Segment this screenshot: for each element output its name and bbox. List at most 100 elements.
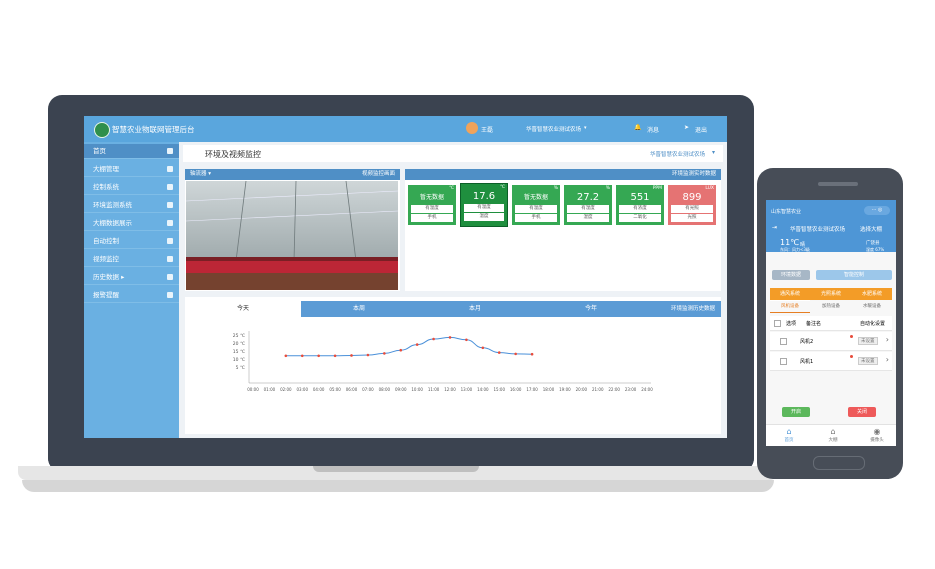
chevron-down-icon[interactable]: ▾: [584, 125, 587, 131]
phone-app-title: 山东智慧农业: [771, 209, 802, 215]
phone-speaker: [818, 182, 858, 186]
sidebar-item-label: 大棚数据展示: [93, 219, 132, 227]
logout-button[interactable]: 退出: [695, 125, 707, 134]
data-point[interactable]: [530, 352, 534, 356]
history-tab-3[interactable]: 今年: [533, 301, 649, 317]
farm-selector[interactable]: 华晋智慧农业测试农场: [526, 125, 581, 133]
sidebar-item-label: 历史数据 ▸: [93, 273, 125, 281]
sensor-tile[interactable]: % 暂无数据 有温度 手机: [512, 185, 560, 225]
device-row: 风机2 未设置 ›: [770, 332, 892, 351]
close-button[interactable]: 关闭: [848, 407, 876, 417]
env-panel-header: 环境监测实时数据: [405, 169, 721, 180]
data-point[interactable]: [300, 354, 304, 358]
greenhouse-video[interactable]: [186, 181, 398, 290]
data-point[interactable]: [465, 338, 468, 342]
sensor-tile[interactable]: PPM 551 有浓度 二氧化: [616, 185, 664, 225]
data-point[interactable]: [284, 354, 288, 358]
data-point[interactable]: [383, 352, 386, 355]
sidebar-item-4[interactable]: 大棚数据展示: [84, 216, 179, 231]
sensor-tile[interactable]: ℃ 暂无数据 有温度 手机: [408, 185, 456, 225]
control-icon: [167, 184, 173, 190]
bell-icon[interactable]: 🔔: [634, 124, 641, 131]
data-point[interactable]: [514, 352, 517, 356]
sidebar-item-1[interactable]: 大棚管理: [84, 162, 179, 177]
chevron-right-icon[interactable]: ›: [886, 335, 889, 344]
x-tick-label: 03:00: [296, 387, 308, 392]
history-tab-1[interactable]: 本周: [301, 301, 417, 317]
nav-item-1[interactable]: ⌂ 大棚: [818, 427, 848, 443]
env-data-button[interactable]: 环境数据: [772, 270, 810, 280]
select-all-checkbox[interactable]: [774, 320, 781, 327]
auto-setting-button[interactable]: 未设置: [858, 357, 878, 365]
data-point[interactable]: [350, 354, 353, 357]
auto-setting-button[interactable]: 未设置: [858, 337, 878, 345]
tile-line1: 有温度: [464, 204, 504, 212]
data-point[interactable]: [415, 343, 419, 346]
history-tab-0[interactable]: 今天: [185, 301, 301, 317]
sensor-tile[interactable]: % 27.2 有湿度 湿度: [564, 185, 612, 225]
sidebar-item-0[interactable]: 首页: [84, 144, 179, 159]
chevron-down-icon[interactable]: ▾: [712, 149, 715, 156]
user-name[interactable]: 王磊: [481, 125, 493, 134]
smart-control-button[interactable]: 智能控制: [816, 270, 892, 280]
sensor-tile[interactable]: LUX 899 有光照 光照: [668, 185, 716, 225]
data-point[interactable]: [448, 336, 452, 339]
phone-home-button[interactable]: [813, 456, 865, 470]
sensor-tile[interactable]: ℃ 17.6 有温度 温度: [460, 183, 508, 227]
nav-label: 大棚: [828, 438, 838, 443]
chevron-right-icon[interactable]: ›: [886, 355, 889, 364]
sidebar-item-6[interactable]: 视频监控: [84, 252, 179, 267]
miniprogram-menu-icon[interactable]: ··· ◎: [864, 206, 890, 215]
tile-value: 551: [630, 192, 650, 203]
x-tick-label: 06:00: [346, 387, 358, 392]
x-tick-label: 22:00: [608, 387, 620, 392]
sidebar-item-5[interactable]: 自动控制: [84, 234, 179, 249]
exit-icon[interactable]: ⇥: [772, 224, 777, 231]
user-avatar[interactable]: [466, 122, 478, 134]
auto-icon: [167, 238, 173, 244]
nav-item-0[interactable]: ⌂ 首页: [774, 427, 804, 443]
system-tab-1[interactable]: 光照系统: [811, 288, 851, 300]
message-button[interactable]: 消息: [647, 125, 659, 134]
table-header-cell: 自动化设置: [860, 321, 886, 327]
home-icon: ⌂: [786, 427, 792, 436]
history-tab-2[interactable]: 本月: [417, 301, 533, 317]
row-checkbox[interactable]: [780, 358, 787, 365]
data-icon: [167, 220, 173, 226]
sidebar-item-8[interactable]: 报警提醒: [84, 288, 179, 303]
page-farm-selector[interactable]: 华晋智慧农业测试农场: [650, 150, 705, 158]
data-point[interactable]: [333, 354, 337, 358]
sidebar-item-7[interactable]: 历史数据 ▸: [84, 270, 179, 285]
device-row: 风机1 未设置 ›: [770, 352, 892, 371]
alert-icon: [167, 292, 173, 298]
x-tick-label: 20:00: [576, 387, 588, 392]
nav-item-2[interactable]: ◉ 摄像头: [862, 427, 892, 443]
select-greenhouse-link[interactable]: 选择大棚: [860, 225, 882, 233]
video-source-selector[interactable]: 轴流器: [190, 171, 207, 177]
table-header-cell: 选项: [786, 321, 797, 327]
send-icon[interactable]: ➤: [684, 124, 689, 131]
data-point[interactable]: [317, 354, 320, 358]
device-subtab-2[interactable]: 水暖设备: [852, 302, 892, 312]
data-point[interactable]: [432, 337, 435, 341]
device-subtab-1[interactable]: 加热设备: [811, 302, 851, 312]
x-tick-label: 14:00: [477, 387, 489, 392]
sidebar-item-3[interactable]: 环境监测系统: [84, 198, 179, 213]
x-tick-label: 11:00: [428, 387, 440, 392]
row-checkbox[interactable]: [780, 338, 787, 345]
data-point[interactable]: [366, 353, 370, 357]
data-point[interactable]: [497, 351, 501, 354]
video-monitor-link[interactable]: 视频监控画面: [362, 169, 395, 180]
sidebar-item-2[interactable]: 控制系统: [84, 180, 179, 195]
page-header: 环境及视频监控 华晋智慧农业测试农场 ▾: [183, 145, 723, 162]
system-tab-2[interactable]: 水肥系统: [852, 288, 892, 300]
device-subtab-0[interactable]: 风机设备: [770, 302, 810, 313]
open-button[interactable]: 开启: [782, 407, 810, 417]
env-panel-title[interactable]: 环境监测实时数据: [672, 169, 716, 180]
camera-icon: ◉: [873, 427, 881, 436]
data-point[interactable]: [481, 346, 485, 350]
data-point[interactable]: [399, 348, 403, 352]
app-logo: [94, 122, 110, 138]
history-data-link[interactable]: 环境监测历史数据: [671, 301, 715, 317]
system-tab-0[interactable]: 通风系统: [770, 288, 810, 301]
